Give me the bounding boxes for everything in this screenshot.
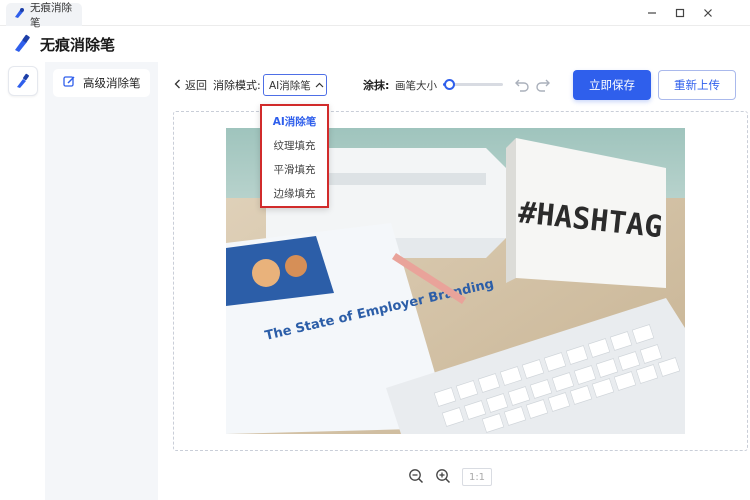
zoom-bar: 1:1 — [408, 467, 492, 487]
eraser-icon — [17, 73, 29, 88]
mode-select[interactable]: AI消除笔 — [263, 74, 327, 96]
mode-dropdown-menu: AI消除笔 纹理填充 平滑填充 边缘填充 — [260, 104, 329, 208]
mode-label: 消除模式: — [213, 79, 261, 92]
edit-icon — [63, 75, 76, 91]
brush-size-label: 画笔大小 — [395, 79, 437, 92]
close-button[interactable] — [697, 3, 719, 23]
smear-label: 涂抹: — [363, 79, 390, 92]
app-logo-icon — [12, 33, 32, 56]
maximize-button[interactable] — [669, 3, 691, 23]
minimize-icon — [648, 12, 656, 14]
undo-button[interactable] — [513, 76, 531, 94]
dropdown-option-edge-fill[interactable]: 边缘填充 — [262, 182, 327, 204]
mode-select-value: AI消除笔 — [269, 79, 311, 92]
slider-thumb[interactable] — [444, 79, 455, 90]
zoom-in-button[interactable] — [435, 468, 451, 487]
sidebar-item-label: 高级消除笔 — [83, 76, 141, 90]
back-button[interactable]: 返回 — [174, 75, 207, 95]
undo-icon — [515, 79, 529, 92]
eraser-tool-button[interactable] — [8, 66, 38, 96]
chevron-up-icon — [315, 79, 324, 91]
reupload-button[interactable]: 重新上传 — [658, 70, 736, 100]
save-button[interactable]: 立即保存 — [573, 70, 651, 100]
chevron-left-icon — [174, 79, 181, 92]
app-title: 无痕消除笔 — [40, 35, 116, 54]
dropdown-option-texture-fill[interactable]: 纹理填充 — [262, 134, 327, 156]
minimize-button[interactable] — [641, 3, 663, 23]
zoom-in-icon — [436, 468, 451, 483]
back-label: 返回 — [185, 79, 207, 92]
zoom-ratio-button[interactable]: 1:1 — [462, 468, 492, 486]
dropdown-option-smooth-fill[interactable]: 平滑填充 — [262, 158, 327, 180]
title-bar: 无痕消除笔 — [0, 0, 750, 29]
zoom-out-button[interactable] — [408, 468, 424, 487]
dropdown-option-ai-eraser[interactable]: AI消除笔 — [262, 110, 327, 132]
redo-icon — [536, 79, 550, 92]
redo-button[interactable] — [534, 76, 552, 94]
close-icon — [704, 9, 712, 17]
zoom-out-icon — [409, 468, 424, 483]
app-logo-icon — [13, 7, 25, 22]
main-panel: 返回 消除模式: AI消除笔 涂抹: 画笔大小 立即保存 重新上传 #HASHT… — [158, 62, 750, 500]
left-rail — [0, 62, 45, 500]
sidebar: 高级消除笔 — [45, 62, 158, 500]
sidebar-item-advanced-eraser[interactable]: 高级消除笔 — [53, 69, 150, 97]
app-header: 无痕消除笔 — [0, 26, 750, 62]
window-tab[interactable]: 无痕消除笔 — [6, 2, 82, 29]
brush-size-slider[interactable] — [443, 79, 503, 90]
maximize-icon — [675, 8, 685, 18]
